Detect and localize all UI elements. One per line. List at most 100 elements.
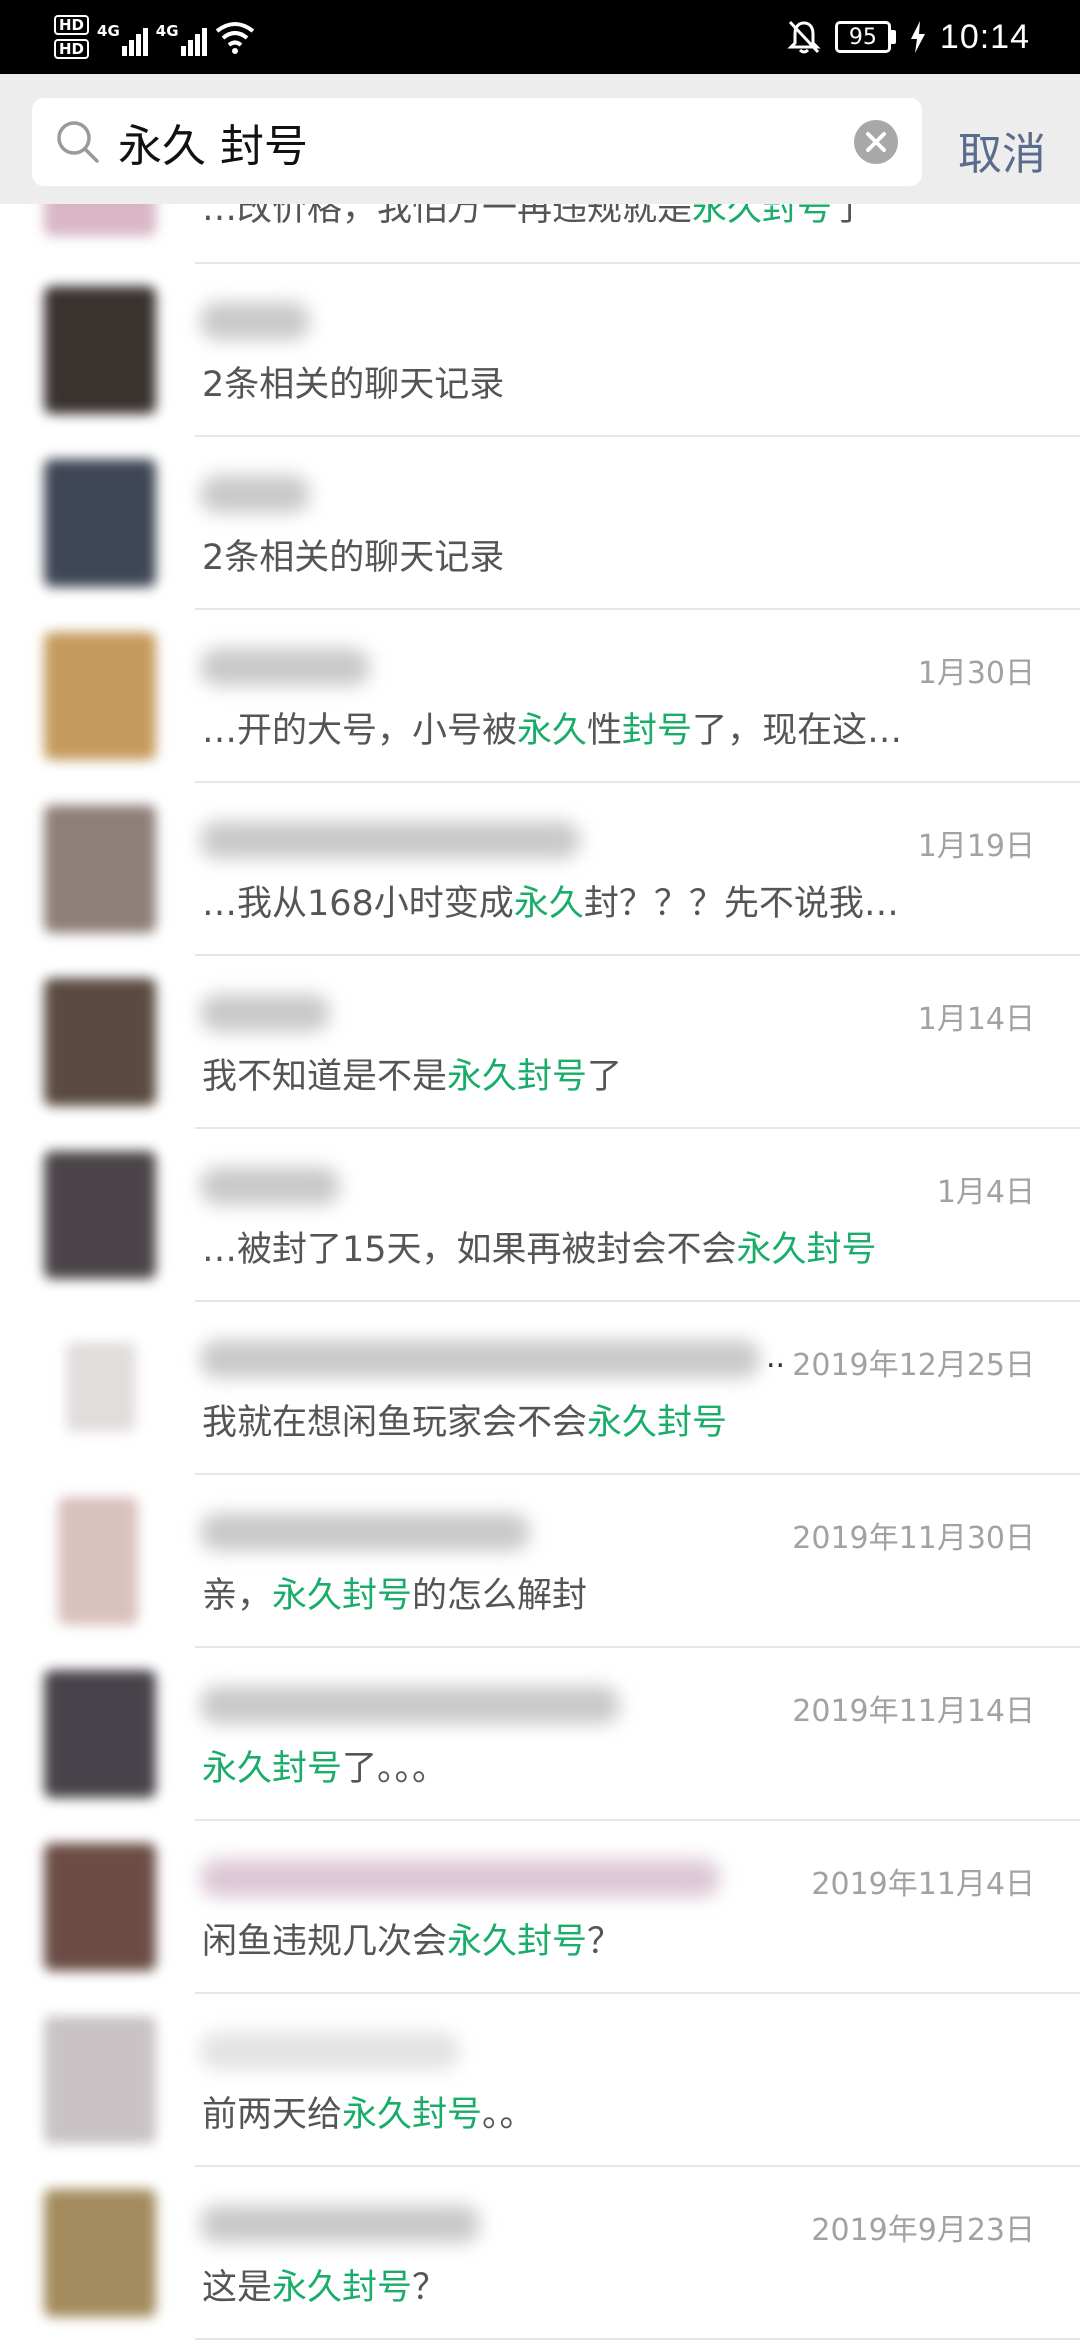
result-snippet: …被封了15天，如果再被封会不会永久封号 — [202, 1221, 877, 1272]
battery-level: 95 — [834, 21, 891, 53]
contact-name-blurred — [200, 2205, 480, 2243]
keyword-highlight: 永久封号 — [202, 1749, 343, 1789]
contact-name-blurred — [200, 1167, 340, 1205]
keyword-highlight: 永久封号 — [447, 1922, 588, 1962]
avatar — [44, 2189, 156, 2317]
contact-name-blurred — [200, 1686, 620, 1724]
network-type-label: 4G — [155, 22, 179, 40]
result-list[interactable]: …改价格，我怕万一再违规就是永久封号了 2条相关的聊天记录 2条相关的聊天记录 … — [0, 204, 1080, 2340]
clear-icon[interactable] — [854, 120, 898, 164]
snippet-text: 了。。。 — [342, 1749, 448, 1789]
snippet-text: 我就在想闲鱼玩家会不会 — [202, 1403, 588, 1443]
avatar — [44, 1843, 156, 1971]
list-item[interactable]: 2条相关的聊天记录 — [0, 264, 1080, 437]
cancel-button[interactable]: 取消 — [958, 118, 1046, 182]
snippet-text: …开的大号，小号被 — [202, 711, 518, 751]
avatar — [44, 805, 156, 933]
result-snippet: 前两天给永久封号。。 — [202, 2086, 535, 2137]
result-snippet: …改价格，我怕万一再违规就是永久封号了 — [202, 204, 867, 231]
snippet-text: 2条相关的聊天记录 — [202, 365, 505, 405]
keyword-highlight: 永久封号 — [692, 204, 833, 229]
snippet-text: 。。 — [482, 2095, 535, 2135]
avatar — [58, 1497, 138, 1625]
result-date: 2019年11月4日 — [811, 1867, 1035, 1902]
contact-name-blurred — [200, 821, 580, 859]
wifi-icon — [215, 22, 254, 54]
avatar — [44, 1151, 156, 1279]
snippet-text: 闲鱼违规几次会 — [202, 1922, 448, 1962]
hd-badge: HD — [54, 39, 90, 59]
list-item[interactable]: 1月14日 我不知道是不是永久封号了 — [0, 956, 1080, 1129]
list-item[interactable]: 2019年9月23日 这是永久封号？ — [0, 2167, 1080, 2340]
snippet-text: 了 — [832, 204, 868, 229]
list-item[interactable]: .. 2019年12月25日 我就在想闲鱼玩家会不会永久封号 — [0, 1302, 1080, 1475]
search-icon — [57, 121, 99, 163]
list-item[interactable]: …改价格，我怕万一再违规就是永久封号了 — [0, 204, 1080, 264]
search-header: 取消 — [0, 74, 1080, 204]
list-item[interactable]: 2019年11月30日 亲，永久封号的怎么解封 — [0, 1475, 1080, 1648]
list-item[interactable]: 1月19日 …我从168小时变成永久封？？？先不说我… — [0, 783, 1080, 956]
result-date: 1月14日 — [917, 1002, 1035, 1037]
status-bar: HD HD 4G 4G 95 10:14 — [0, 0, 1080, 74]
snippet-text: 2条相关的聊天记录 — [202, 538, 505, 578]
status-right: 95 10:14 — [787, 14, 1030, 60]
charging-icon — [910, 21, 925, 53]
contact-name-blurred — [200, 1340, 760, 1378]
mute-bell-icon — [787, 20, 821, 54]
keyword-highlight: 永久封号 — [272, 2268, 413, 2308]
keyword-highlight: 永久封号 — [272, 1576, 413, 1616]
keyword-highlight: 永久 — [513, 884, 584, 924]
snippet-text: 性 — [587, 711, 623, 751]
snippet-text: 了，现在这… — [692, 711, 903, 751]
status-left: HD HD 4G 4G — [54, 14, 255, 60]
list-item[interactable]: 2019年11月14日 永久封号了。。。 — [0, 1648, 1080, 1821]
snippet-text: 了 — [587, 1057, 623, 1097]
result-snippet: 我就在想闲鱼玩家会不会永久封号 — [202, 1394, 727, 1445]
result-date: 2019年11月14日 — [792, 1694, 1035, 1729]
snippet-text: 我不知道是不是 — [202, 1057, 448, 1097]
list-item[interactable]: 前两天给永久封号。。 — [0, 1994, 1080, 2167]
list-item[interactable]: 2条相关的聊天记录 — [0, 437, 1080, 610]
contact-name-blurred — [200, 1513, 530, 1551]
list-item[interactable]: 1月4日 …被封了15天，如果再被封会不会永久封号 — [0, 1129, 1080, 1302]
clock-time: 10:14 — [939, 17, 1030, 56]
avatar — [44, 2016, 156, 2144]
result-snippet: 我不知道是不是永久封号了 — [202, 1048, 622, 1099]
search-box[interactable] — [32, 98, 922, 186]
avatar — [44, 286, 156, 414]
list-item[interactable]: 2019年11月4日 闲鱼违规几次会永久封号？ — [0, 1821, 1080, 1994]
result-date: 1月30日 — [917, 656, 1035, 691]
snippet-text: ？ — [412, 2268, 448, 2308]
snippet-text: 的怎么解封 — [412, 1576, 588, 1616]
contact-name-blurred — [200, 2032, 460, 2070]
list-item[interactable]: 1月30日 …开的大号，小号被永久性封号了，现在这… — [0, 610, 1080, 783]
result-date: 2019年11月30日 — [792, 1521, 1035, 1556]
keyword-highlight: 封号 — [622, 711, 693, 751]
contact-name-blurred — [200, 1859, 720, 1897]
network-type-label: 4G — [97, 22, 120, 40]
search-input[interactable] — [118, 106, 858, 178]
avatar — [66, 1342, 136, 1432]
keyword-highlight: 永久封号 — [342, 2095, 483, 2135]
avatar — [44, 978, 156, 1106]
result-date: 2019年9月23日 — [811, 2213, 1035, 2248]
snippet-text: 封？？？先不说我… — [583, 884, 899, 924]
contact-name-blurred — [200, 302, 310, 340]
snippet-text: 这是 — [202, 2268, 273, 2308]
snippet-text: ？ — [587, 1922, 623, 1962]
snippet-text: 亲， — [202, 1576, 273, 1616]
battery-icon: 95 — [834, 21, 896, 53]
signal-icon: 4G — [97, 18, 148, 56]
result-snippet: …开的大号，小号被永久性封号了，现在这… — [202, 702, 902, 753]
result-snippet: 2条相关的聊天记录 — [202, 356, 504, 407]
keyword-highlight: 永久 — [517, 711, 588, 751]
result-date: 1月4日 — [936, 1175, 1035, 1210]
result-snippet: 闲鱼违规几次会永久封号？ — [202, 1913, 622, 1964]
avatar — [44, 204, 156, 236]
keyword-highlight: 永久封号 — [587, 1403, 728, 1443]
keyword-highlight: 永久封号 — [736, 1230, 877, 1270]
contact-name-blurred — [200, 994, 330, 1032]
signal-icon: 4G — [156, 18, 207, 56]
contact-name-blurred — [200, 648, 370, 686]
contact-name-blurred — [200, 475, 310, 513]
